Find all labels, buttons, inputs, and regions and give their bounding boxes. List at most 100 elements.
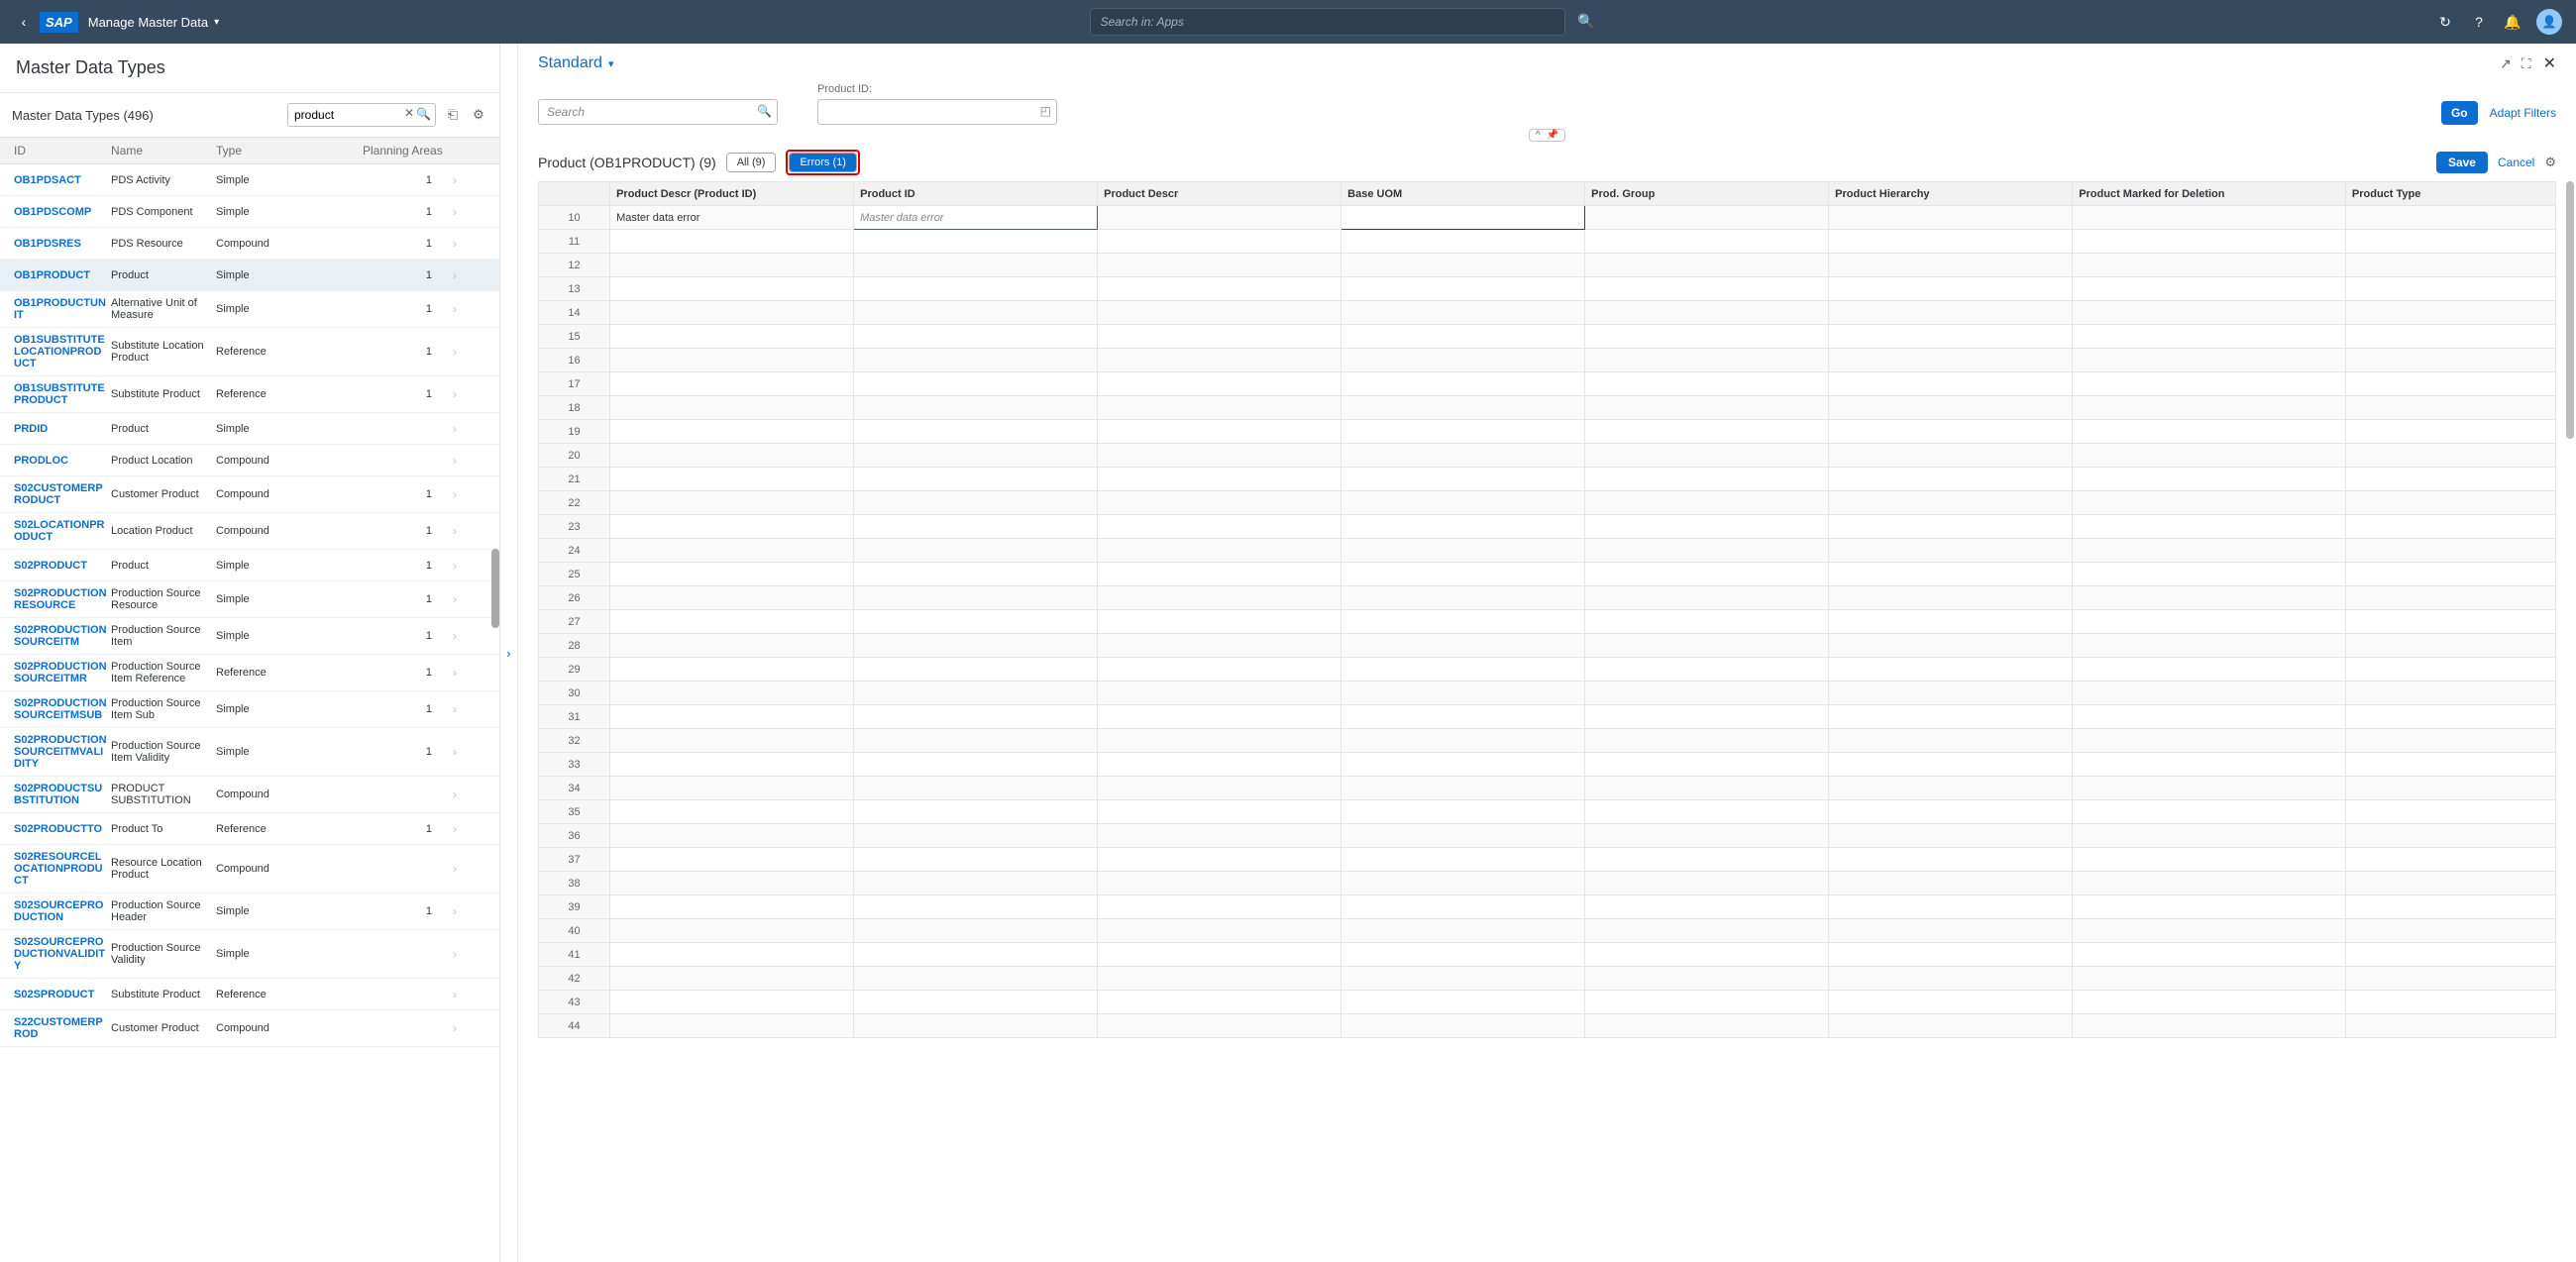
avatar[interactable]: 👤 xyxy=(2536,9,2562,35)
list-item[interactable]: PRODLOCProduct LocationCompound› xyxy=(0,445,499,476)
table-row[interactable]: 20 xyxy=(539,444,2556,468)
shell-search-input[interactable] xyxy=(1090,8,1565,36)
table-row[interactable]: 16 xyxy=(539,349,2556,372)
col-product-id[interactable]: Product ID xyxy=(854,182,1098,206)
back-button[interactable]: ‹ xyxy=(8,14,40,30)
list-item[interactable]: S02PRODUCTTOProduct ToReference1› xyxy=(0,813,499,845)
list-item[interactable]: S02PRODUCTIONSOURCEITMProduction Source … xyxy=(0,618,499,655)
table-row[interactable]: 36 xyxy=(539,824,2556,848)
cell-marked-deletion[interactable] xyxy=(2073,206,2346,230)
app-title[interactable]: Manage Master Data ▾ xyxy=(88,15,219,30)
list-item[interactable]: S02PRODUCTIONSOURCEITMVALIDITYProduction… xyxy=(0,728,499,777)
adapt-filters-link[interactable]: Adapt Filters xyxy=(2490,106,2556,120)
share-icon[interactable]: ↗ xyxy=(2500,55,2512,72)
notification-icon[interactable]: 🔔 xyxy=(2503,14,2522,31)
list-item[interactable]: S02SPRODUCTSubstitute ProductReference› xyxy=(0,979,499,1010)
list-item[interactable]: OB1SUBSTITUTEPRODUCTSubstitute ProductRe… xyxy=(0,376,499,413)
table-row[interactable]: 18 xyxy=(539,396,2556,420)
list-item[interactable]: S02SOURCEPRODUCTIONVALIDITYProduction So… xyxy=(0,930,499,979)
collapse-up-icon[interactable]: ^ xyxy=(1536,130,1541,141)
table-row[interactable]: 17 xyxy=(539,372,2556,396)
table-row[interactable]: 13 xyxy=(539,277,2556,301)
table-row[interactable]: 35 xyxy=(539,800,2556,824)
col-product-descr[interactable]: Product Descr xyxy=(1098,182,1342,206)
table-row[interactable]: 39 xyxy=(539,895,2556,919)
help-icon[interactable]: ? xyxy=(2469,14,2489,30)
table-row[interactable]: 43 xyxy=(539,991,2556,1014)
list-item[interactable]: OB1PRODUCTProductSimple1› xyxy=(0,260,499,291)
list-item[interactable]: OB1PDSRESPDS ResourceCompound1› xyxy=(0,228,499,260)
search-icon[interactable]: 🔍 xyxy=(1577,13,1594,30)
list-item[interactable]: OB1PDSACTPDS ActivitySimple1› xyxy=(0,164,499,196)
col-product-descr-id[interactable]: Product Descr (Product ID) xyxy=(610,182,854,206)
cancel-link[interactable]: Cancel xyxy=(2498,156,2534,169)
cell-product-descr[interactable] xyxy=(1098,206,1342,230)
cell-product-type[interactable] xyxy=(2345,206,2555,230)
close-icon[interactable]: ✕ xyxy=(2543,53,2556,73)
table-row[interactable]: 21 xyxy=(539,468,2556,491)
search-icon[interactable]: 🔍 xyxy=(757,104,772,118)
segment-errors[interactable]: Errors (1) xyxy=(790,154,855,171)
table-row[interactable]: 22 xyxy=(539,491,2556,515)
col-header-planning-areas[interactable]: Planning Areas xyxy=(363,144,450,158)
cell-base-uom[interactable] xyxy=(1342,206,1585,230)
variant-selector[interactable]: Standard ▾ xyxy=(538,54,613,72)
list-item[interactable]: S02PRODUCTProductSimple1› xyxy=(0,550,499,581)
table-row[interactable]: 12 xyxy=(539,254,2556,277)
col-product-type[interactable]: Product Type xyxy=(2345,182,2555,206)
list-item[interactable]: OB1PDSCOMPPDS ComponentSimple1› xyxy=(0,196,499,228)
filter-search-input[interactable] xyxy=(538,99,778,125)
table-row[interactable]: 31 xyxy=(539,705,2556,729)
table-row[interactable]: 29 xyxy=(539,658,2556,682)
list-item[interactable]: S02PRODUCTIONSOURCEITMSUBProduction Sour… xyxy=(0,691,499,728)
fullscreen-icon[interactable]: ⛶ xyxy=(2522,55,2531,72)
col-header-name[interactable]: Name xyxy=(111,144,216,158)
search-icon[interactable]: 🔍 xyxy=(416,107,431,121)
list-item[interactable]: OB1SUBSTITUTELOCATIONPRODUCTSubstitute L… xyxy=(0,328,499,376)
table-row[interactable]: 24 xyxy=(539,539,2556,563)
table-row[interactable]: 10Master data error xyxy=(539,206,2556,230)
list-item[interactable]: S02SOURCEPRODUCTIONProduction Source Hea… xyxy=(0,894,499,930)
grid-wrapper[interactable]: Product Descr (Product ID) Product ID Pr… xyxy=(518,181,2576,1262)
go-button[interactable]: Go xyxy=(2441,101,2478,125)
cell-product-id[interactable] xyxy=(854,206,1098,230)
list-item[interactable]: S22CUSTOMERPRODCustomer ProductCompound› xyxy=(0,1010,499,1047)
gear-icon[interactable]: ⚙ xyxy=(2544,155,2556,170)
col-base-uom[interactable]: Base UOM xyxy=(1342,182,1585,206)
refresh-icon[interactable]: ↻ xyxy=(2435,14,2455,31)
save-button[interactable]: Save xyxy=(2436,152,2488,173)
table-row[interactable]: 33 xyxy=(539,753,2556,777)
cell-input[interactable] xyxy=(860,212,1091,224)
col-header-id[interactable]: ID xyxy=(4,144,111,158)
list-item[interactable]: PRDIDProductSimple› xyxy=(0,413,499,445)
table-row[interactable]: 25 xyxy=(539,563,2556,586)
table-row[interactable]: 37 xyxy=(539,848,2556,872)
table-row[interactable]: 27 xyxy=(539,610,2556,634)
gear-icon[interactable]: ⚙ xyxy=(470,107,487,123)
filter-icon[interactable]: ⎗ xyxy=(444,107,462,123)
list-item[interactable]: S02PRODUCTSUBSTITUTIONPRODUCT SUBSTITUTI… xyxy=(0,777,499,813)
table-row[interactable]: 32 xyxy=(539,729,2556,753)
table-row[interactable]: 34 xyxy=(539,777,2556,800)
left-list[interactable]: OB1PDSACTPDS ActivitySimple1›OB1PDSCOMPP… xyxy=(0,164,499,1262)
list-item[interactable]: S02LOCATIONPRODUCTLocation ProductCompou… xyxy=(0,513,499,550)
col-prod-group[interactable]: Prod. Group xyxy=(1585,182,1829,206)
cell-product-descr-id[interactable]: Master data error xyxy=(610,206,854,230)
table-row[interactable]: 26 xyxy=(539,586,2556,610)
list-item[interactable]: OB1PRODUCTUNITAlternative Unit of Measur… xyxy=(0,291,499,328)
table-row[interactable]: 42 xyxy=(539,967,2556,991)
cell-product-hierarchy[interactable] xyxy=(1829,206,2073,230)
table-row[interactable]: 44 xyxy=(539,1014,2556,1038)
list-item[interactable]: S02CUSTOMERPRODUCTCustomer ProductCompou… xyxy=(0,476,499,513)
filter-productid-input[interactable] xyxy=(817,99,1057,125)
clear-icon[interactable]: ✕ xyxy=(404,106,414,120)
value-help-icon[interactable]: ◰ xyxy=(1040,104,1051,118)
table-row[interactable]: 19 xyxy=(539,420,2556,444)
table-row[interactable]: 38 xyxy=(539,872,2556,895)
expand-icon[interactable]: › xyxy=(506,646,510,661)
list-item[interactable]: S02PRODUCTIONSOURCEITMRProduction Source… xyxy=(0,655,499,691)
pin-icon[interactable]: 📌 xyxy=(1547,130,1558,141)
col-marked-deletion[interactable]: Product Marked for Deletion xyxy=(2073,182,2346,206)
cell-prod-group[interactable] xyxy=(1585,206,1829,230)
table-row[interactable]: 41 xyxy=(539,943,2556,967)
